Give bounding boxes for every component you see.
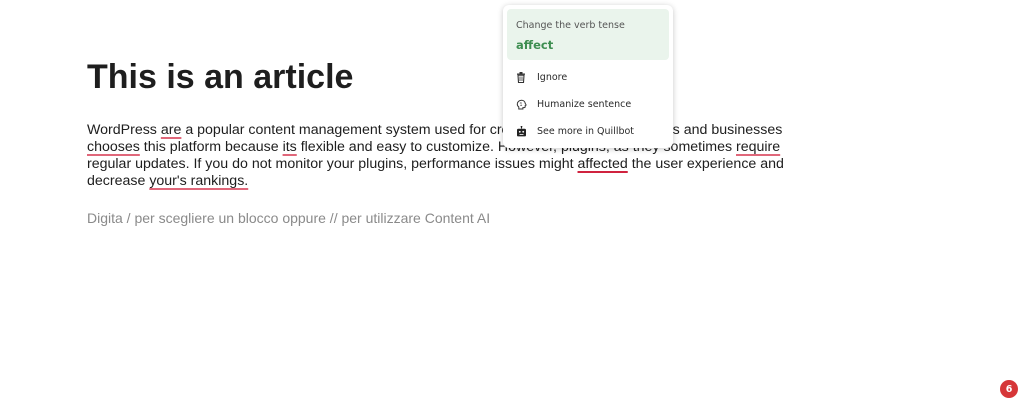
suggestion-card[interactable]: Change the verb tense affect [507, 9, 669, 60]
grammar-error-yours-rankings[interactable]: your's rankings. [149, 173, 248, 189]
grammar-error-are[interactable]: are [161, 122, 182, 138]
ignore-label: Ignore [537, 71, 568, 83]
text-run: regular updates. If you do not monitor y… [87, 156, 578, 172]
grammar-error-affected[interactable]: affected [578, 156, 628, 172]
suggestion-popup: Change the verb tense affect Ignore Huma… [503, 5, 673, 148]
grammar-error-chooses[interactable]: chooses [87, 139, 140, 155]
humanize-sentence-label: Humanize sentence [537, 98, 632, 110]
grammar-error-require[interactable]: require [736, 139, 780, 155]
see-more-quillbot-button[interactable]: See more in Quillbot [515, 122, 665, 140]
text-run: this platform because [139, 139, 283, 155]
block-placeholder[interactable]: Digita / per scegliere un blocco oppure … [87, 210, 490, 226]
suggestion-replacement[interactable]: affect [516, 38, 553, 52]
humanize-sentence-button[interactable]: Humanize sentence [515, 95, 665, 113]
see-more-quillbot-label: See more in Quillbot [537, 125, 635, 137]
issues-count-badge[interactable]: 6 [1000, 380, 1018, 398]
article-title[interactable]: This is an article [87, 56, 353, 98]
text-run: WordPress [87, 122, 161, 138]
robot-icon [515, 125, 527, 137]
suggestion-label: Change the verb tense [516, 20, 625, 31]
article-paragraph[interactable]: WordPress are a popular content manageme… [87, 122, 787, 190]
text-run: a popular content management system used… [181, 122, 783, 138]
ignore-button[interactable]: Ignore [515, 68, 665, 86]
grammar-error-its[interactable]: its [283, 139, 297, 155]
brain-icon [515, 98, 527, 110]
trash-icon [515, 71, 527, 83]
